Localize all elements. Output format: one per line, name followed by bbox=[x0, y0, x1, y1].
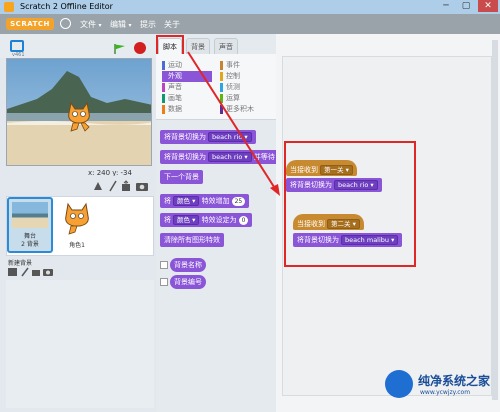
watermark-logo-icon bbox=[385, 370, 413, 398]
annotation-arrow bbox=[187, 51, 280, 196]
watermark-url: www.ycwjzy.com bbox=[420, 389, 471, 396]
watermark-text: 纯净系统之家 bbox=[418, 374, 491, 388]
